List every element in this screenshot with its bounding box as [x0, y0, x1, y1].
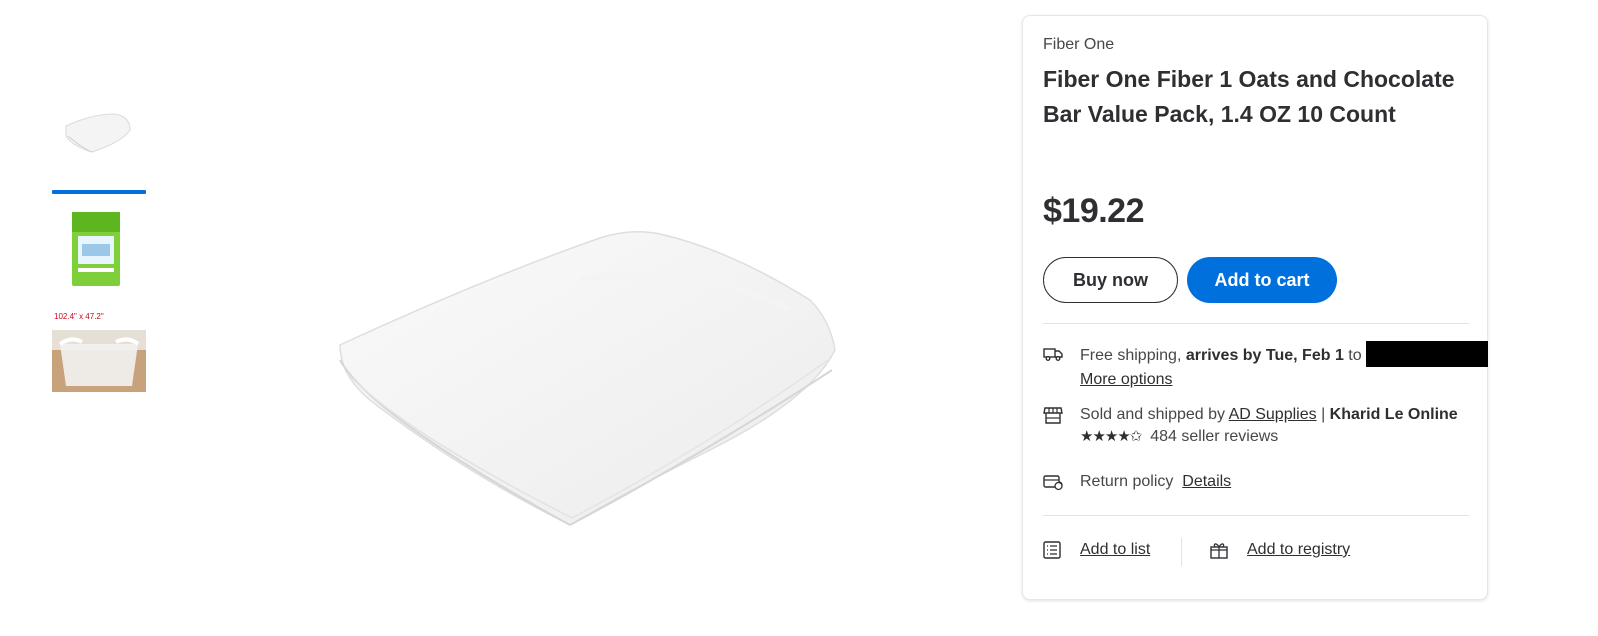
- shipping-info: Free shipping, arrives by Tue, Feb 1 to …: [1043, 341, 1488, 391]
- thumbnail-2[interactable]: [52, 200, 146, 294]
- return-policy-info: Return policy Details: [1043, 471, 1469, 495]
- thumbnail-liner-image: [52, 330, 146, 392]
- gift-icon: [1210, 543, 1228, 559]
- return-details-link[interactable]: Details: [1182, 473, 1231, 490]
- seller-separator: |: [1321, 406, 1326, 423]
- buy-now-button[interactable]: Buy now: [1043, 257, 1178, 303]
- product-title: Fiber One Fiber 1 Oats and Chocolate Bar…: [1043, 66, 1455, 127]
- arrival-date: arrives by Tue, Feb 1: [1185, 347, 1344, 365]
- store-icon: [1043, 407, 1063, 424]
- thumbnail-gallery: 102.4" x 47.2": [52, 86, 146, 428]
- store-name: Kharid Le Online: [1329, 406, 1458, 423]
- thumbnail-sheet-image: [65, 113, 131, 153]
- vertical-divider: [1181, 538, 1182, 566]
- seller-prefix: Sold and shipped by: [1080, 406, 1225, 423]
- add-to-list-link[interactable]: Add to list: [1080, 541, 1150, 558]
- list-actions: Add to list Add to registry: [1043, 539, 1469, 563]
- seller-reviews-count[interactable]: 484 seller reviews: [1150, 428, 1278, 445]
- seller-rating-stars: ★★★★✩: [1080, 428, 1142, 445]
- buy-box-panel: Fiber One Fiber One Fiber 1 Oats and Cho…: [1022, 15, 1488, 600]
- thumbnail-caption: 102.4" x 47.2": [54, 312, 104, 321]
- divider: [1043, 515, 1469, 516]
- divider: [1043, 323, 1469, 324]
- seller-name-link[interactable]: AD Supplies: [1229, 406, 1317, 423]
- list-icon: [1043, 541, 1061, 559]
- return-icon: [1043, 475, 1063, 491]
- thumbnail-3[interactable]: 102.4" x 47.2": [52, 312, 146, 408]
- product-price: $19.22: [1043, 192, 1145, 230]
- more-options-link[interactable]: More options: [1080, 371, 1173, 388]
- return-policy-label: Return policy: [1080, 473, 1174, 490]
- redacted-address: [1365, 341, 1488, 367]
- shipping-prefix: Free shipping,: [1080, 347, 1182, 365]
- shipping-to: to: [1348, 347, 1362, 365]
- main-product-image[interactable]: [310, 200, 870, 550]
- thumbnail-1[interactable]: [52, 86, 146, 194]
- add-to-cart-button[interactable]: Add to cart: [1187, 257, 1337, 303]
- thumbnail-package-image: [72, 212, 120, 286]
- truck-icon: [1043, 348, 1063, 361]
- seller-info: Sold and shipped by AD Supplies | Kharid…: [1043, 404, 1469, 452]
- brand-name[interactable]: Fiber One: [1043, 36, 1114, 54]
- add-to-registry-link[interactable]: Add to registry: [1247, 541, 1350, 558]
